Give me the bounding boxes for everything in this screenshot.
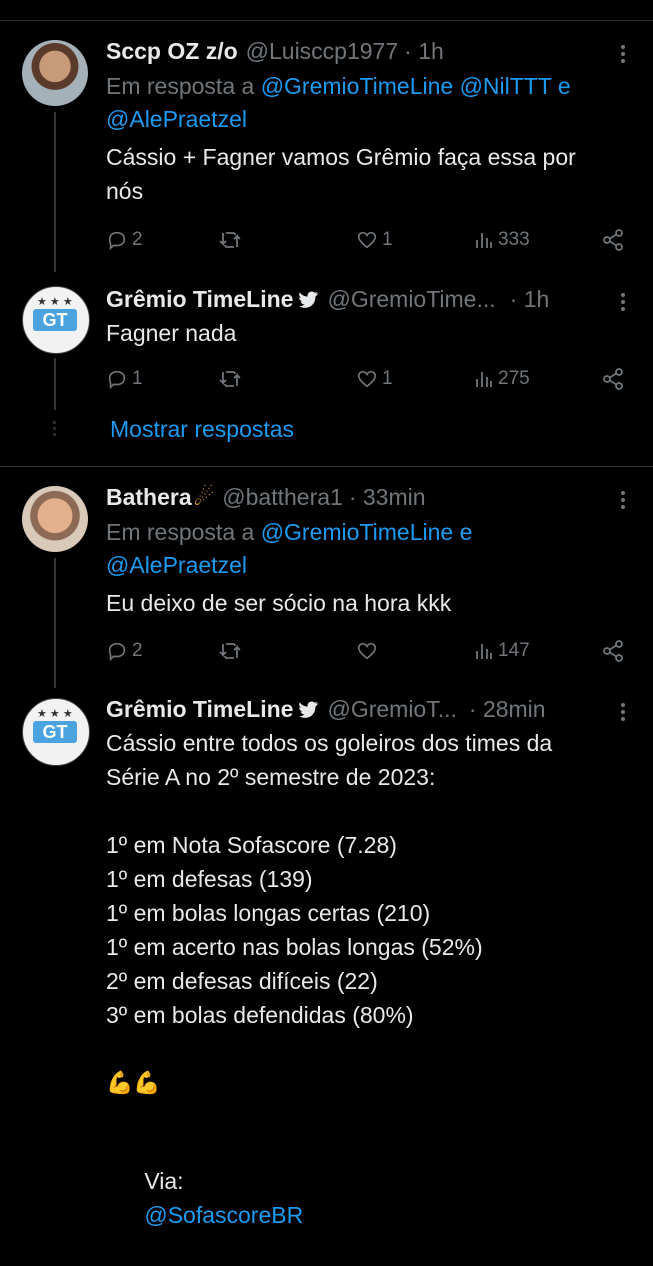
show-replies-link[interactable]: Mostrar respostas xyxy=(110,416,294,443)
reply-count: 2 xyxy=(132,229,143,250)
retweet-button[interactable] xyxy=(218,229,246,251)
retweet-button[interactable] xyxy=(218,640,246,662)
tweet-text: Cássio entre todos os goleiros dos times… xyxy=(106,730,553,1028)
verified-icon xyxy=(299,290,319,308)
reply-mention[interactable]: @AlePraetzel xyxy=(106,106,247,132)
share-icon xyxy=(603,640,623,662)
author-handle[interactable]: @GremioT... xyxy=(327,694,456,724)
like-button[interactable] xyxy=(356,640,382,662)
reply-count: 2 xyxy=(132,640,143,661)
share-button[interactable] xyxy=(601,228,625,252)
author-handle[interactable]: @batthera1 xyxy=(222,482,343,512)
like-icon xyxy=(357,370,377,388)
reply-button[interactable]: 2 xyxy=(106,640,143,662)
comet-emoji: ☄ xyxy=(193,484,215,510)
share-button[interactable] xyxy=(601,639,625,663)
verified-icon xyxy=(299,700,319,718)
share-icon xyxy=(603,368,623,390)
divider xyxy=(0,466,653,467)
reply-button[interactable]: 1 xyxy=(106,368,143,390)
top-divider xyxy=(0,20,653,21)
via-label: Via: xyxy=(144,1168,184,1194)
share-icon xyxy=(603,229,623,251)
thread-line xyxy=(54,358,56,410)
views-icon xyxy=(476,372,492,387)
retweet-icon xyxy=(219,643,241,659)
reply-mention[interactable]: @AlePraetzel xyxy=(106,552,247,578)
timestamp[interactable]: · 1h xyxy=(510,284,550,314)
reply-count: 1 xyxy=(132,368,143,389)
thread-line xyxy=(54,558,56,688)
views-icon xyxy=(476,644,492,659)
views-count: 333 xyxy=(498,229,530,250)
retweet-icon xyxy=(219,232,241,248)
like-button[interactable]: 1 xyxy=(356,229,393,251)
thread-line xyxy=(54,112,56,272)
author-handle[interactable]: @Luisccp1977 xyxy=(246,36,399,66)
like-icon xyxy=(357,642,377,660)
thread-dots xyxy=(53,418,57,439)
reply-icon xyxy=(108,642,126,662)
reply-prefix: Em resposta a xyxy=(106,519,255,545)
avatar-gremio-timeline[interactable]: GT ★ ★ ★ xyxy=(22,698,90,766)
views-count: 147 xyxy=(498,640,530,661)
avatar-sccp[interactable] xyxy=(22,40,88,106)
like-count: 1 xyxy=(382,368,393,389)
retweet-button[interactable] xyxy=(218,368,246,390)
timestamp[interactable]: · 33min xyxy=(349,482,426,512)
reply-mentions[interactable]: @GremioTimeLine e xyxy=(261,519,473,545)
tweet-text: Cássio + Fagner vamos Grêmio faça essa p… xyxy=(106,144,576,204)
timestamp[interactable]: · 28min xyxy=(469,694,546,724)
timestamp[interactable]: · 1h xyxy=(404,36,444,66)
author-name[interactable]: Bathera xyxy=(106,482,192,512)
reply-prefix: Em resposta a xyxy=(106,73,255,99)
more-icon[interactable] xyxy=(621,700,625,724)
via-mention[interactable]: @SofascoreBR xyxy=(144,1202,303,1228)
tweet-text: Fagner nada xyxy=(106,320,237,346)
views-button[interactable]: 333 xyxy=(474,229,530,251)
author-handle[interactable]: @GremioTime... xyxy=(327,284,495,314)
like-icon xyxy=(357,231,377,249)
avatar-bathera[interactable] xyxy=(22,486,88,552)
author-name[interactable]: Grêmio TimeLine xyxy=(106,694,293,724)
reply-mentions[interactable]: @GremioTimeLine @NilTTT e xyxy=(261,73,571,99)
more-icon[interactable] xyxy=(621,42,625,66)
avatar-gremio-timeline[interactable]: GT ★ ★ ★ xyxy=(22,286,90,354)
views-count: 275 xyxy=(498,368,530,389)
views-button[interactable]: 147 xyxy=(474,640,530,662)
views-icon xyxy=(476,233,492,248)
like-button[interactable]: 1 xyxy=(356,368,393,390)
flexed-biceps-emoji: 💪💪 xyxy=(106,1070,161,1095)
tweet-text: Eu deixo de ser sócio na hora kkk xyxy=(106,590,452,616)
reply-icon xyxy=(108,370,126,390)
more-icon[interactable] xyxy=(621,488,625,512)
views-button[interactable]: 275 xyxy=(474,368,530,390)
reply-icon xyxy=(108,231,126,251)
reply-button[interactable]: 2 xyxy=(106,229,143,251)
share-button[interactable] xyxy=(601,367,625,391)
retweet-icon xyxy=(219,371,241,387)
author-name[interactable]: Grêmio TimeLine xyxy=(106,284,293,314)
like-count: 1 xyxy=(382,229,393,250)
author-name[interactable]: Sccp OZ z/o xyxy=(106,36,238,66)
more-icon[interactable] xyxy=(621,290,625,314)
